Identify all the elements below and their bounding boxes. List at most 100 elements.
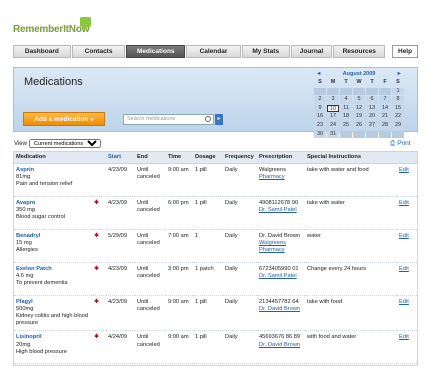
calendar-day[interactable]: 31 <box>327 130 339 139</box>
nav-journal[interactable]: Journal <box>290 45 333 58</box>
help-button[interactable]: Help <box>392 45 418 58</box>
calendar-day[interactable]: 16 <box>314 113 326 121</box>
calendar-day[interactable]: 17 <box>327 113 339 121</box>
nav-contacts[interactable]: Contacts <box>71 45 126 58</box>
medication-name-link[interactable]: Benadryl <box>16 233 90 240</box>
start-date: 4/23/09 <box>106 262 135 296</box>
edit-link[interactable]: Edit <box>399 334 409 340</box>
prescription-link[interactable]: Dr. David Brown <box>259 306 300 312</box>
col-alert <box>92 152 106 164</box>
calendar-day[interactable]: 30 <box>314 130 326 139</box>
calendar-day[interactable]: 18 <box>340 113 352 121</box>
calendar-day <box>327 87 339 96</box>
calendar-grid: S M T W T F S 1 2 3 4 5 6 7 8 9 10 11 12 13 14 15 16 17 18 19 20 21… <box>314 79 404 139</box>
start-date: 5/29/09 <box>106 229 135 263</box>
col-start[interactable]: Start <box>106 152 135 164</box>
calendar-day[interactable]: 12 <box>353 104 365 113</box>
calendar-prev-button[interactable]: ◄ <box>316 71 321 79</box>
start-date: 4/23/09 <box>106 295 135 332</box>
dosage: 1 pill <box>193 295 223 332</box>
prescription-link[interactable]: Dr. Samil Patel <box>259 273 297 279</box>
calendar-day[interactable]: 26 <box>353 121 365 130</box>
brand-name: RememberItNow <box>13 24 90 35</box>
edit-link[interactable]: Edit <box>399 299 409 305</box>
nav-dashboard[interactable]: Dashboard <box>13 45 71 58</box>
calendar-day[interactable]: 28 <box>379 121 391 130</box>
search-input[interactable]: Search medications <box>123 114 214 125</box>
nav-calendar[interactable]: Calendar <box>186 45 241 58</box>
search-icon[interactable] <box>205 116 211 122</box>
calendar-dow: S <box>396 79 400 85</box>
calendar-day[interactable]: 7 <box>379 96 391 104</box>
prescription-link[interactable]: Dr. David Brown <box>259 342 300 348</box>
calendar-day[interactable]: 3 <box>327 96 339 104</box>
calendar-day <box>353 130 365 139</box>
calendar-day[interactable]: 1 <box>392 87 404 96</box>
frequency: Daily <box>223 330 257 365</box>
col-frequency: Frequency <box>223 152 257 164</box>
alert-icon[interactable]: ✱ <box>94 334 99 340</box>
prescription-line-1: Dr. David Brown <box>259 232 301 239</box>
alert-icon[interactable]: ✱ <box>94 299 99 305</box>
search-go-button[interactable]: ▸ <box>215 114 223 125</box>
calendar-next-button[interactable]: ► <box>397 71 402 79</box>
calendar-day <box>340 130 352 139</box>
medication-name-link[interactable]: Plagyl <box>16 299 90 306</box>
calendar-day[interactable]: 20 <box>366 113 378 121</box>
calendar-day <box>340 87 352 96</box>
start-date: 4/23/09 <box>106 163 135 197</box>
medication-dose: 4.6 mg <box>16 272 34 279</box>
medication-name-link[interactable]: Asprin <box>16 167 90 174</box>
calendar-day[interactable]: 5 <box>353 96 365 104</box>
col-dosage: Dosage <box>193 152 223 164</box>
calendar-day <box>353 87 365 96</box>
prescription-line-1: 2134457782 64 <box>259 298 299 305</box>
medication-name-link[interactable]: Avapro <box>16 200 90 207</box>
time: 9:00 am <box>166 163 193 197</box>
brand-logo[interactable]: RememberItNow <box>13 24 90 35</box>
calendar-day[interactable]: 2 <box>314 96 326 104</box>
alert-icon[interactable]: ✱ <box>94 233 99 239</box>
calendar-day[interactable]: 23 <box>314 121 326 130</box>
special-instructions: with food and water <box>305 330 397 365</box>
prescription-line-1: 4908112678 90 <box>259 199 299 206</box>
calendar-day[interactable]: 11 <box>340 104 352 113</box>
calendar-day[interactable]: 8 <box>392 96 404 104</box>
add-medication-button[interactable]: Add a medication » <box>23 112 105 126</box>
edit-link[interactable]: Edit <box>399 167 409 173</box>
nav-my-stats[interactable]: My Stats <box>241 45 290 58</box>
view-select[interactable]: Current medications <box>28 139 101 148</box>
calendar-day[interactable]: 24 <box>327 121 339 130</box>
alert-icon[interactable]: ✱ <box>94 266 99 272</box>
nav-medications[interactable]: Medications <box>126 45 186 58</box>
edit-link[interactable]: Edit <box>399 266 409 272</box>
calendar-day[interactable]: 10 <box>327 104 339 113</box>
calendar-day[interactable]: 4 <box>340 96 352 104</box>
col-medication[interactable]: Medication <box>14 152 92 164</box>
calendar-day[interactable]: 13 <box>366 104 378 113</box>
medication-dose: 20mg <box>16 341 31 348</box>
medication-dose: 15 mg <box>16 239 32 246</box>
calendar-day[interactable]: 9 <box>314 104 326 113</box>
calendar-day[interactable]: 27 <box>366 121 378 130</box>
edit-link[interactable]: Edit <box>399 200 409 206</box>
prescription-link[interactable]: Dr. Samil Patel <box>259 207 297 213</box>
medication-name-link[interactable]: Lisinopril <box>16 334 90 341</box>
prescription-link[interactable]: Walgreens Pharmacy <box>259 240 286 253</box>
calendar-day[interactable]: 14 <box>379 104 391 113</box>
alert-icon[interactable]: ✱ <box>94 200 99 206</box>
nav-resources[interactable]: Resources <box>333 45 386 58</box>
medication-name-link[interactable]: Exelon Patch <box>16 266 90 273</box>
calendar-day[interactable]: 15 <box>392 104 404 113</box>
medication-note: Blood sugar control <box>16 213 66 220</box>
calendar-day[interactable]: 25 <box>340 121 352 130</box>
calendar-day[interactable]: 22 <box>392 113 404 121</box>
edit-link[interactable]: Edit <box>399 233 409 239</box>
calendar-day[interactable]: 19 <box>353 113 365 121</box>
col-special-instructions: Special Instructions <box>305 152 397 164</box>
print-button[interactable]: ⎙ Print <box>390 140 411 148</box>
prescription-link[interactable]: Pharmacy <box>259 174 285 180</box>
calendar-day[interactable]: 6 <box>366 96 378 104</box>
calendar-day[interactable]: 29 <box>392 121 404 130</box>
calendar-day[interactable]: 21 <box>379 113 391 121</box>
